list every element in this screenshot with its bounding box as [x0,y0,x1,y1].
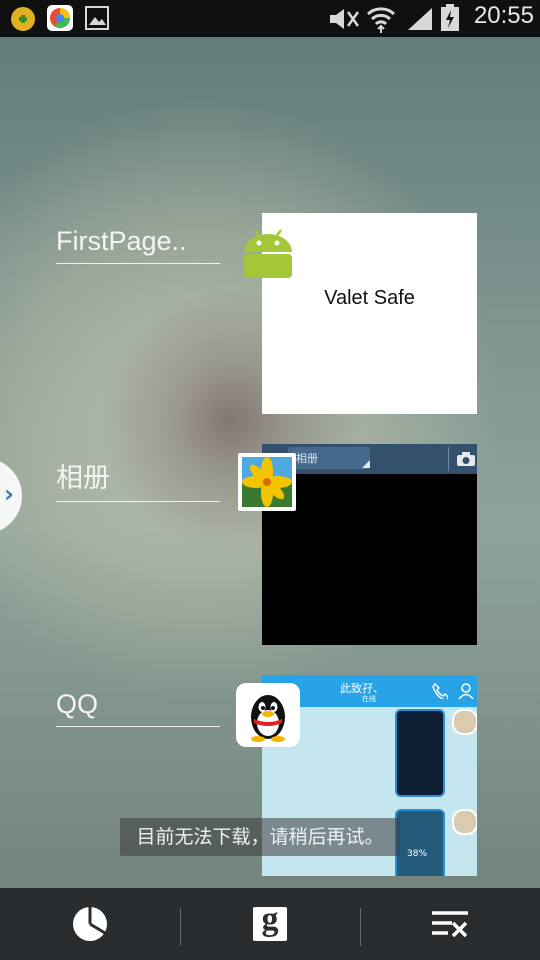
thumbnail-text: Valet Safe [324,287,415,309]
notification-app-icon [10,6,36,32]
status-time: 20:55 [473,2,534,29]
battery-icon [440,4,460,32]
gallery-app-icon [238,453,296,511]
chat-image [395,709,445,797]
recent-app-label[interactable]: FirstPage.. [56,226,220,264]
google-search-icon: g [253,901,287,941]
toast-message: 目前无法下载，请稍后再试。 [120,818,400,856]
signal-icon [406,6,434,32]
status-bar: 20:55 [0,0,540,37]
task-manager-button[interactable] [0,888,180,960]
avatar [452,809,477,835]
task-manager-icon [73,907,107,941]
camera-icon [457,452,475,466]
phone-icon [432,683,448,699]
avatar [452,709,477,735]
google-search-button[interactable]: g [180,888,360,960]
thumbnail-subtext: 在线 [362,695,376,703]
chat-image: 38% [395,809,445,876]
wifi-icon [366,4,396,34]
close-all-button[interactable] [360,888,540,960]
google-letter: g [261,901,279,938]
side-panel-handle[interactable]: › [0,458,22,534]
contact-icon [458,683,474,699]
recent-app-label[interactable]: QQ [56,689,220,727]
mute-icon [326,6,362,32]
chevron-right-icon: › [4,480,14,508]
thumbnail-text: 相册 [296,452,318,465]
recent-app-label[interactable]: 相册 [56,456,220,502]
close-all-icon [432,911,468,938]
bottom-bar: g [0,888,540,960]
chat-badge: 38% [407,849,428,859]
browser-icon [46,4,74,32]
gallery-icon [84,5,110,31]
android-icon [240,224,296,280]
qq-penguin-icon [236,683,300,747]
